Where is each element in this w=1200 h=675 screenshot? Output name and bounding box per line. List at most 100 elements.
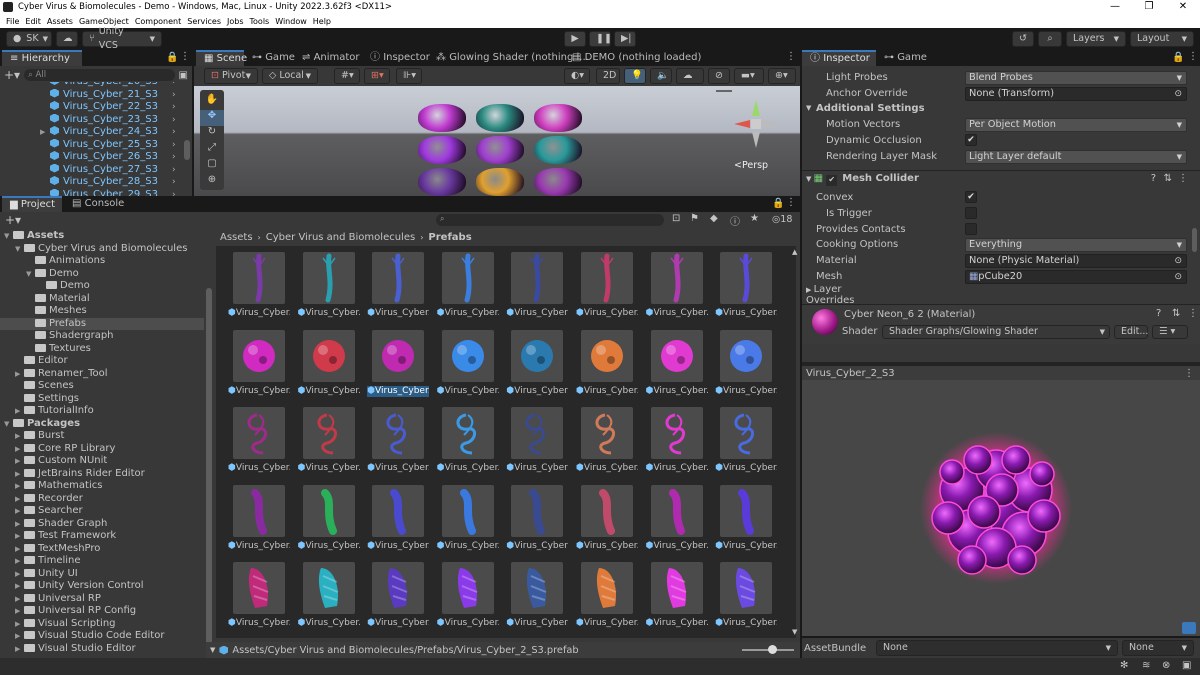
folder-item[interactable]: Editor — [0, 355, 204, 367]
asset-item[interactable]: ⬢Virus_Cyber... — [715, 407, 777, 474]
maximize-button[interactable]: ❐ — [1132, 0, 1166, 14]
asset-item[interactable]: ⬢Virus_Cyber... — [298, 252, 360, 319]
chevron-right-icon[interactable]: ▶ — [15, 518, 24, 530]
target-icon[interactable]: ⊙ — [1174, 255, 1182, 267]
hierarchy-item[interactable]: Virus_Cyber_29_S3 › — [50, 188, 180, 197]
asset-item[interactable]: ⬢Virus_Cyber... — [228, 407, 290, 474]
chevron-right-icon[interactable]: ▶ — [15, 443, 24, 455]
folder-item[interactable]: ▶ JetBrains Rider Editor — [0, 468, 204, 480]
project-search-input[interactable]: ⌕ — [436, 214, 664, 226]
chevron-right-icon[interactable]: › — [172, 151, 176, 163]
asset-item[interactable]: ⬢Virus_Cyber... — [715, 329, 777, 397]
assetbundle-variant-dropdown[interactable]: None ▼ — [1122, 640, 1194, 656]
folder-item[interactable]: ▶ Renamer_Tool — [0, 368, 204, 380]
asset-item[interactable]: ⬢Virus_Cyber... — [506, 484, 568, 552]
hierarchy-item[interactable]: Virus_Cyber_25_S3 › — [50, 138, 180, 151]
assetbundle-name-dropdown[interactable]: None ▼ — [876, 640, 1118, 656]
tab-game[interactable]: ⊶ Game — [876, 50, 936, 66]
layer-overrides-foldout[interactable]: ▶ Layer Overrides — [806, 284, 854, 306]
scene-virus-object[interactable] — [476, 168, 524, 196]
dropdown[interactable]: Per Object Motion ▼ — [965, 118, 1187, 133]
tab-animator[interactable]: ⇌ Animator — [294, 50, 362, 66]
asset-item[interactable]: ⬢Virus_Cyber... — [576, 562, 638, 629]
rect-tool-icon[interactable]: ▢ — [200, 158, 224, 174]
scene-virus-object[interactable] — [534, 104, 582, 132]
preset-icon[interactable]: ⇅ — [1164, 171, 1172, 187]
object-field[interactable]: None (Physic Material) ⊙ — [965, 254, 1187, 268]
chevron-right-icon[interactable]: › — [172, 189, 176, 197]
orientation-gizmo[interactable] — [726, 96, 786, 152]
bug-icon[interactable]: ✻ — [1120, 660, 1128, 671]
scene-virus-object[interactable] — [476, 136, 524, 164]
history-icon[interactable]: ↺ — [1012, 31, 1034, 47]
add-icon[interactable]: +▾ — [4, 68, 20, 82]
folder-item[interactable]: ▶ Visual Studio Editor — [0, 643, 204, 655]
inspector-scrollbar[interactable] — [1192, 228, 1197, 252]
asset-item[interactable]: ⬢Virus_Cyber... — [506, 329, 568, 397]
folder-item[interactable]: Meshes — [0, 305, 204, 317]
kebab-menu-icon[interactable]: ⋮ — [1184, 368, 1194, 379]
asset-item[interactable]: ⬢Virus_Cyber... — [646, 252, 708, 319]
target-icon[interactable]: ⊙ — [1174, 271, 1182, 283]
asset-item[interactable]: ⬢Virus_Cyber... — [367, 329, 430, 397]
checkbox[interactable] — [965, 206, 977, 219]
chevron-down-icon[interactable]: ▼ — [1177, 72, 1182, 84]
account-button[interactable]: ● SK ▼ — [6, 31, 52, 47]
scene-virus-object[interactable] — [534, 168, 582, 196]
checkbox[interactable]: ✔ — [965, 133, 977, 146]
asset-item[interactable]: ⬢Virus_Cyber... — [646, 562, 708, 629]
shader-dropdown[interactable]: Shader Graphs/Glowing Shader ▼ — [882, 325, 1110, 340]
kebab-menu-icon[interactable]: ⋮ — [180, 51, 190, 62]
edit-shader-button[interactable]: Edit... — [1114, 325, 1148, 340]
chevron-right-icon[interactable]: › — [172, 89, 176, 101]
object-field[interactable]: None (Transform) ⊙ — [965, 86, 1187, 101]
chevron-right-icon[interactable]: ▶ — [15, 480, 24, 492]
favorite-icon[interactable]: ★ — [750, 213, 759, 224]
chevron-down-icon[interactable]: ▼ — [26, 268, 35, 280]
hierarchy-item[interactable]: ▶ Virus_Cyber_24_S3 › — [40, 126, 180, 138]
ruler-icon[interactable]: ⊪▾ — [396, 68, 422, 84]
menu-services[interactable]: Services — [187, 17, 221, 26]
increment-snap-icon[interactable]: ⊞▾ — [364, 68, 390, 84]
folder-item[interactable]: Demo — [0, 280, 204, 292]
asset-item[interactable]: ⬢Virus_Cyber... — [506, 407, 568, 474]
folder-item[interactable]: ▶ Visual Scripting — [0, 618, 204, 630]
add-asset-icon[interactable]: +▾ — [5, 213, 21, 227]
menu-file[interactable]: File — [6, 17, 19, 26]
breadcrumb-item[interactable]: Assets — [220, 232, 253, 243]
asset-item[interactable]: ⬢Virus_Cyber... — [298, 407, 360, 474]
asset-item[interactable]: ⬢Virus_Cyber... — [576, 484, 638, 552]
hierarchy-item[interactable]: Virus_Cyber_20_S3› — [50, 82, 180, 88]
folder-item[interactable]: ▶ Visual Studio Code Editor — [0, 630, 204, 642]
folder-item[interactable]: ▶ Recorder — [0, 493, 204, 505]
folder-item[interactable]: ▶ Unity UI — [0, 568, 204, 580]
breadcrumb-item[interactable]: Prefabs — [428, 232, 471, 243]
asset-item[interactable]: ⬢Virus_Cyber... — [715, 484, 777, 552]
chevron-right-icon[interactable]: › — [172, 101, 176, 113]
preview-tag-icon[interactable] — [1182, 622, 1196, 634]
asset-item[interactable]: ⬢Virus_Cyber... — [646, 329, 708, 397]
asset-item[interactable]: ⬢Virus_Cyber... — [646, 484, 708, 552]
folder-item[interactable]: Settings — [0, 393, 204, 405]
layers-dropdown[interactable]: Layers ▼ — [1066, 31, 1126, 47]
chevron-right-icon[interactable]: › — [172, 176, 176, 188]
tab-inspector[interactable]: ⓘ Inspector — [802, 50, 876, 66]
kebab-menu-icon[interactable]: ⋮ — [1188, 308, 1198, 319]
folder-item[interactable]: ▶ Mathematics — [0, 480, 204, 492]
effects-icon[interactable]: ☁▾ — [676, 68, 704, 95]
chevron-down-icon[interactable]: ▼ — [806, 101, 811, 116]
folder-item[interactable]: ▶ Shader Graph — [0, 518, 204, 530]
tab-hierarchy[interactable]: ≡ Hierarchy — [2, 50, 82, 66]
folder-item[interactable]: ▶ Universal RP — [0, 593, 204, 605]
tab-project[interactable]: ▆ Project — [2, 196, 62, 212]
folder-item[interactable]: ▼ Assets — [0, 230, 204, 242]
hierarchy-item[interactable]: Virus_Cyber_23_S3 › — [50, 113, 180, 126]
chevron-right-icon[interactable]: ▶ — [15, 580, 24, 592]
menu-assets[interactable]: Assets — [47, 17, 73, 26]
tab-scene[interactable]: ▦ Scene — [196, 50, 247, 66]
dropdown[interactable]: Everything ▼ — [965, 238, 1187, 253]
scene-virus-object[interactable] — [534, 136, 582, 164]
grid-scrollbar[interactable]: ▲ ▼ — [792, 248, 798, 672]
shading-mode-icon[interactable]: ◐▾ — [564, 68, 590, 84]
folder-item[interactable]: ▶ Custom NUnit — [0, 455, 204, 467]
